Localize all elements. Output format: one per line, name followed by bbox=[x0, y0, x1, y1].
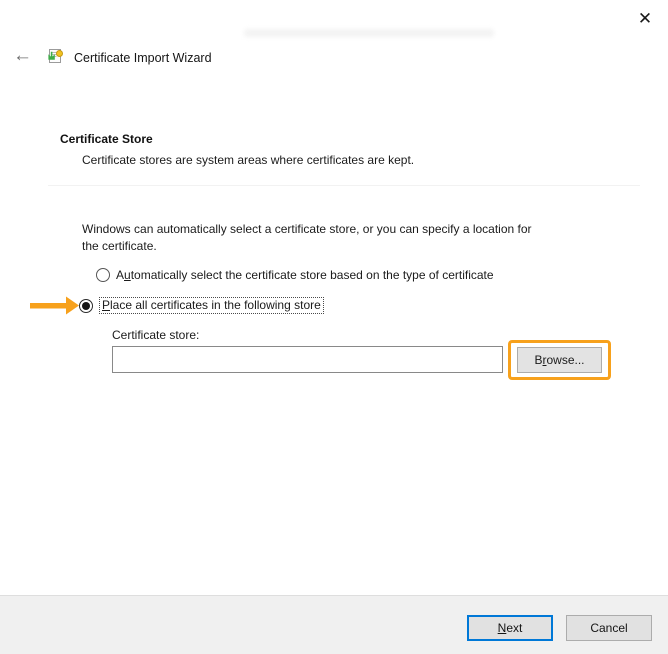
annotation-highlight-browse bbox=[508, 340, 611, 380]
radio-selected-dot bbox=[82, 301, 90, 310]
label-text: ext bbox=[506, 621, 523, 635]
intro-line1: Windows can automatically select a certi… bbox=[82, 222, 532, 236]
close-icon[interactable]: ✕ bbox=[634, 8, 656, 30]
next-button[interactable]: Next bbox=[467, 615, 553, 641]
accesskey-text: N bbox=[497, 621, 507, 635]
intro-line2: the certificate. bbox=[82, 239, 157, 253]
annotation-arrow bbox=[28, 294, 80, 317]
intro-text: Windows can automatically select a certi… bbox=[82, 221, 622, 255]
accesskey-text: P bbox=[102, 298, 111, 312]
accesskey-text: u bbox=[124, 268, 131, 282]
radio-button-icon[interactable] bbox=[96, 268, 110, 282]
radio-button-icon[interactable] bbox=[79, 298, 93, 313]
blurred-artifact bbox=[244, 29, 494, 37]
radio-automatic-store[interactable]: Automatically select the certificate sto… bbox=[96, 268, 494, 282]
certificate-icon bbox=[47, 48, 65, 68]
certificate-store-label: Certificate store: bbox=[112, 328, 200, 342]
wizard-title: Certificate Import Wizard bbox=[74, 51, 212, 65]
divider bbox=[48, 185, 640, 186]
section-heading: Certificate Store bbox=[60, 132, 153, 146]
label-text: tomatically select the certificate store… bbox=[130, 268, 494, 282]
radio-place-label[interactable]: Place all certificates in the following … bbox=[99, 297, 324, 314]
cancel-button[interactable]: Cancel bbox=[566, 615, 652, 641]
radio-place-in-store[interactable]: Place all certificates in the following … bbox=[79, 297, 324, 314]
section-subtitle: Certificate stores are system areas wher… bbox=[82, 153, 415, 167]
back-button[interactable]: ← bbox=[13, 46, 32, 66]
radio-automatic-label[interactable]: Automatically select the certificate sto… bbox=[116, 268, 494, 282]
certificate-store-input[interactable] bbox=[112, 346, 503, 373]
label-text: A bbox=[116, 268, 125, 282]
label-text: lace all certificates in the following s… bbox=[110, 298, 321, 312]
